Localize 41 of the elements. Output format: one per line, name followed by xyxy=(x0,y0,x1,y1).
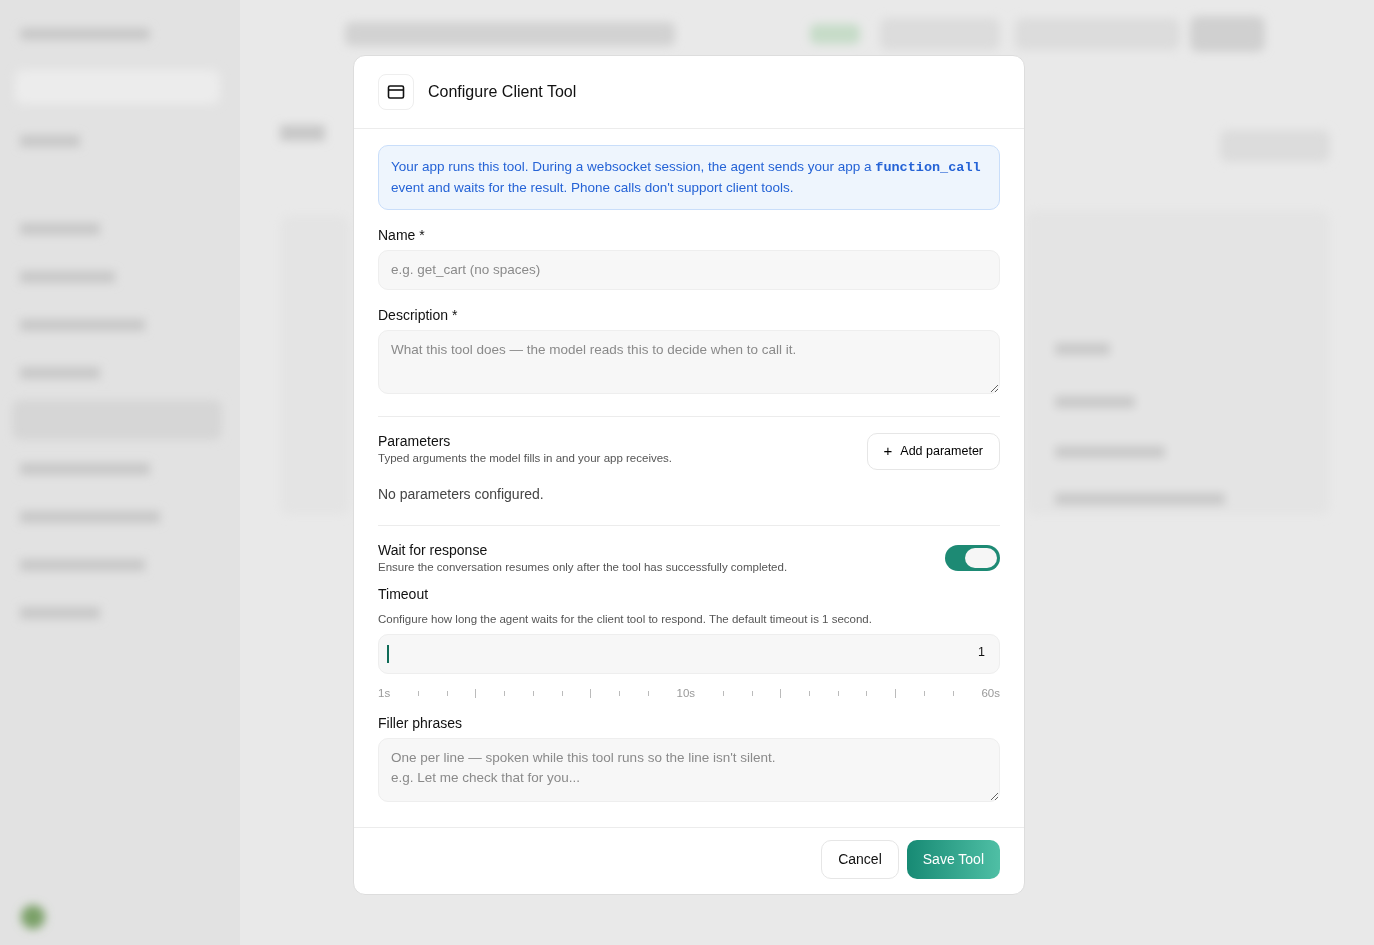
tick-mark xyxy=(504,690,506,696)
tick-mark xyxy=(895,688,897,698)
timeout-slider[interactable]: 1 xyxy=(378,634,1000,674)
section-subtitle: Typed arguments the model fills in and your app receives. xyxy=(378,450,673,465)
tick-mark xyxy=(417,690,419,696)
cancel-button[interactable]: Cancel xyxy=(821,839,899,879)
tick-mark xyxy=(647,690,649,696)
scale-label: 10s xyxy=(676,686,696,701)
add-parameter-button[interactable]: + Add parameter xyxy=(866,433,1000,470)
toggle-switch[interactable] xyxy=(945,545,1000,572)
filler-phrases-field[interactable]: One per line — spoken while this tool runs so the line isn't silent. e.g. Let me check that for you... xyxy=(378,738,1000,803)
empty-state-text: No parameters configured. xyxy=(378,485,545,504)
field-label: Description * xyxy=(378,306,459,324)
tick-mark xyxy=(751,690,753,696)
section-title: Timeout xyxy=(378,586,430,604)
tick-mark xyxy=(532,690,534,696)
tick-mark xyxy=(619,690,621,696)
description-field[interactable]: What this tool does — the model reads this to decide when to call it. xyxy=(378,330,1000,394)
scale-label: 1s xyxy=(378,686,391,701)
field-label: Name * xyxy=(378,226,426,244)
section-title: Parameters xyxy=(378,433,452,451)
tick-mark xyxy=(590,688,592,698)
tick-mark xyxy=(923,690,925,696)
tick-mark xyxy=(837,690,839,696)
field-label: Filler phrases xyxy=(378,714,464,733)
tick-mark xyxy=(446,690,448,696)
tick-mark xyxy=(952,690,954,696)
scale-label: 60s xyxy=(981,686,1000,701)
tick-mark xyxy=(561,690,563,696)
info-notice: Your app runs this tool. During a websocket session, the agent sends your app a function_call event and waits for the result. Phone calls don't support client tools. xyxy=(378,145,1000,210)
section-subtitle: Configure how long the agent waits for the client tool to respond. The default timeout is 1 second. xyxy=(378,611,873,626)
section-title: Wait for response xyxy=(378,542,489,560)
section-subtitle: Ensure the conversation resumes only after the tool has successfully completed. xyxy=(378,559,788,575)
name-field[interactable]: e.g. get_cart (no spaces) xyxy=(378,250,1000,290)
tick-mark xyxy=(809,690,810,696)
tick-mark xyxy=(475,688,477,698)
tick-mark xyxy=(722,690,724,696)
tick-mark xyxy=(780,688,782,698)
window-icon xyxy=(378,74,414,110)
dialog-title: Configure Client Tool xyxy=(428,82,577,102)
tick-mark xyxy=(866,690,868,696)
